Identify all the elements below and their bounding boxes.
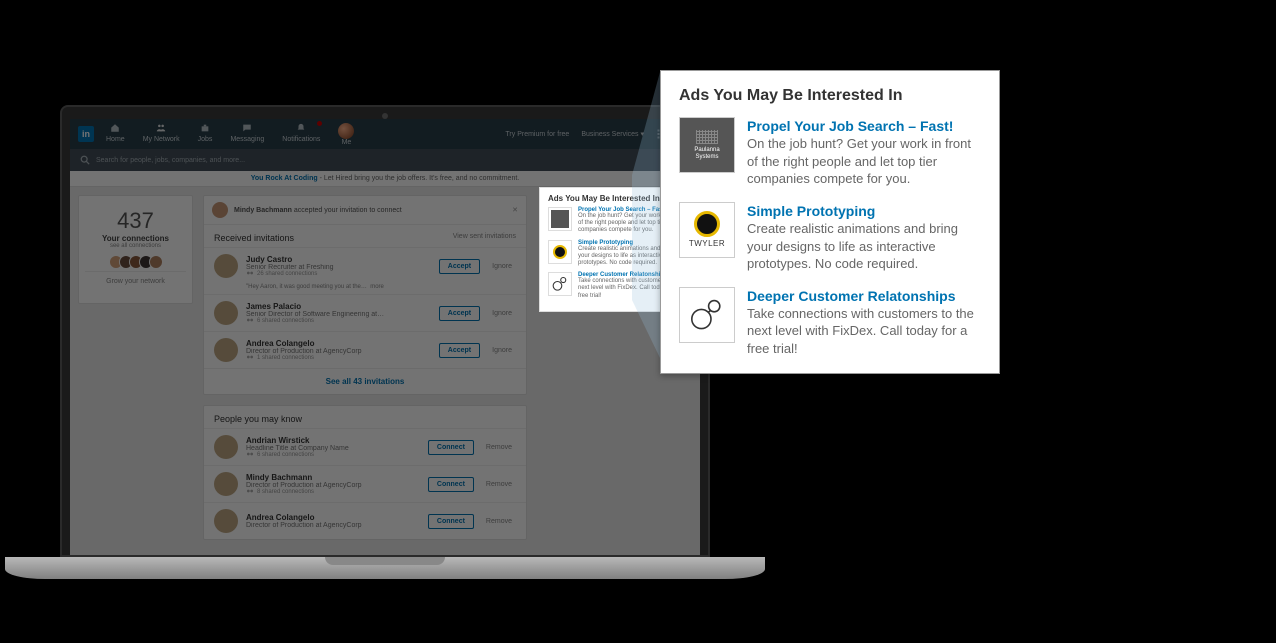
grow-network-link[interactable]: Grow your network <box>85 271 186 291</box>
invitation-row: James PalacioSenior Director of Software… <box>204 294 526 331</box>
ignore-button[interactable]: Ignore <box>488 307 516 320</box>
shared-connections: 8 shared connections <box>246 489 420 495</box>
ads-header: Ads You May Be Interested In <box>679 87 981 105</box>
ad-description: Create realistic animations and bring yo… <box>747 220 981 273</box>
view-sent-link[interactable]: View sent invitations <box>453 233 516 243</box>
ad-thumbnail <box>679 287 735 343</box>
accept-button[interactable]: Accept <box>439 343 480 358</box>
person-name[interactable]: Andrian Wirstick <box>246 436 420 445</box>
person-name[interactable]: Mindy Bachmann <box>246 473 420 482</box>
avatar-icon <box>214 472 238 496</box>
notification-badge <box>317 121 322 126</box>
ad-title: Propel Your Job Search – Fast! <box>747 117 981 135</box>
more-link[interactable]: more <box>370 284 384 290</box>
remove-button[interactable]: Remove <box>482 478 516 491</box>
ad-thumbnail <box>548 240 572 264</box>
shared-connections: 6 shared connections <box>246 452 420 458</box>
remove-button[interactable]: Remove <box>482 515 516 528</box>
ad-item[interactable]: TWYLER Simple Prototyping Create realist… <box>679 202 981 273</box>
search-placeholder: Search for people, jobs, companies, and … <box>96 157 245 164</box>
person-title: Headline Title at Company Name <box>246 445 420 452</box>
linkedin-logo[interactable]: in <box>78 126 94 142</box>
ads-callout: Ads You May Be Interested In Paulanna Sy… <box>660 70 1000 374</box>
avatar-icon <box>214 301 238 325</box>
accept-button[interactable]: Accept <box>439 306 480 321</box>
connection-avatars <box>85 255 186 269</box>
connections-card: 437 Your connections see all connections… <box>78 195 193 304</box>
linkedin-page: in Home My Network Jobs Messaging Notifi… <box>70 119 700 555</box>
ad-title: Deeper Customer Relatonships <box>747 287 981 305</box>
connections-count: 437 <box>85 208 186 234</box>
ad-description: Take connections with customers to the n… <box>747 305 981 358</box>
invitation-message: "Hey Aaron, it was good meeting you at t… <box>204 284 526 294</box>
person-name[interactable]: Andrea Colangelo <box>246 339 431 348</box>
premium-link[interactable]: Try Premium for free <box>505 131 569 138</box>
avatar-icon <box>214 435 238 459</box>
see-all-invitations[interactable]: See all 43 invitations <box>204 368 526 394</box>
laptop-mockup: in Home My Network Jobs Messaging Notifi… <box>60 105 710 579</box>
avatar-icon <box>214 338 238 362</box>
person-name[interactable]: Judy Castro <box>246 255 431 264</box>
accept-button[interactable]: Accept <box>439 259 480 274</box>
nav-home[interactable]: Home <box>106 123 125 146</box>
shared-connections: 1 shared connections <box>246 355 431 361</box>
close-icon[interactable]: ✕ <box>512 206 518 214</box>
invitation-row: Judy CastroSenior Recruiter at Freshing2… <box>204 247 526 284</box>
shared-connections: 6 shared connections <box>246 318 431 324</box>
business-link[interactable]: Business Services ▾ <box>581 130 644 138</box>
ad-thumbnail: TWYLER <box>679 202 735 258</box>
nav-me[interactable]: Me <box>338 123 354 146</box>
see-all-connections[interactable]: see all connections <box>85 243 186 249</box>
avatar-icon <box>212 202 228 218</box>
avatar-icon <box>214 509 238 533</box>
person-title: Senior Director of Software Engineering … <box>246 311 431 318</box>
promo-banner[interactable]: You Rock At Coding - Let Hired bring you… <box>70 171 700 187</box>
nav-network[interactable]: My Network <box>143 123 180 146</box>
nav-jobs[interactable]: Jobs <box>198 123 213 146</box>
nav-notifications[interactable]: Notifications <box>282 123 320 146</box>
avatar-icon <box>214 254 238 278</box>
invitations-card: Mindy Bachmann accepted your invitation … <box>203 195 527 395</box>
pymk-row: Andrian WirstickHeadline Title at Compan… <box>204 428 526 465</box>
connect-button[interactable]: Connect <box>428 514 474 529</box>
person-title: Director of Production at AgencyCorp <box>246 482 420 489</box>
ad-thumbnail: Paulanna Systems <box>679 117 735 173</box>
person-title: Director of Production at AgencyCorp <box>246 348 431 355</box>
top-nav: in Home My Network Jobs Messaging Notifi… <box>70 119 700 149</box>
invitation-row: Andrea ColangeloDirector of Production a… <box>204 331 526 368</box>
ad-description: On the job hunt? Get your work in front … <box>747 135 981 188</box>
ad-thumbnail <box>548 272 572 296</box>
pymk-row: Andrea ColangeloDirector of Production a… <box>204 502 526 539</box>
ad-item[interactable]: Deeper Customer Relatonships Take connec… <box>679 287 981 358</box>
person-title: Director of Production at AgencyCorp <box>246 522 420 529</box>
person-name[interactable]: Andrea Colangelo <box>246 513 420 522</box>
ignore-button[interactable]: Ignore <box>488 260 516 273</box>
ad-title: Simple Prototyping <box>747 202 981 220</box>
pymk-row: Mindy BachmannDirector of Production at … <box>204 465 526 502</box>
search-icon <box>80 155 90 165</box>
remove-button[interactable]: Remove <box>482 441 516 454</box>
avatar-icon <box>338 123 354 139</box>
connect-button[interactable]: Connect <box>428 477 474 492</box>
search-bar[interactable]: Search for people, jobs, companies, and … <box>70 149 700 171</box>
section-title: Received invitations <box>214 233 294 243</box>
person-name[interactable]: James Palacio <box>246 302 431 311</box>
laptop-base <box>5 557 765 579</box>
connect-button[interactable]: Connect <box>428 440 474 455</box>
person-title: Senior Recruiter at Freshing <box>246 264 431 271</box>
section-title: People you may know <box>214 414 302 424</box>
shared-connections: 26 shared connections <box>246 271 431 277</box>
ignore-button[interactable]: Ignore <box>488 344 516 357</box>
people-you-may-know-card: People you may know Andrian WirstickHead… <box>203 405 527 540</box>
nav-messaging[interactable]: Messaging <box>230 123 264 146</box>
ad-item[interactable]: Paulanna Systems Propel Your Job Search … <box>679 117 981 188</box>
accept-notification: Mindy Bachmann accepted your invitation … <box>204 196 526 225</box>
ad-thumbnail <box>548 207 572 231</box>
